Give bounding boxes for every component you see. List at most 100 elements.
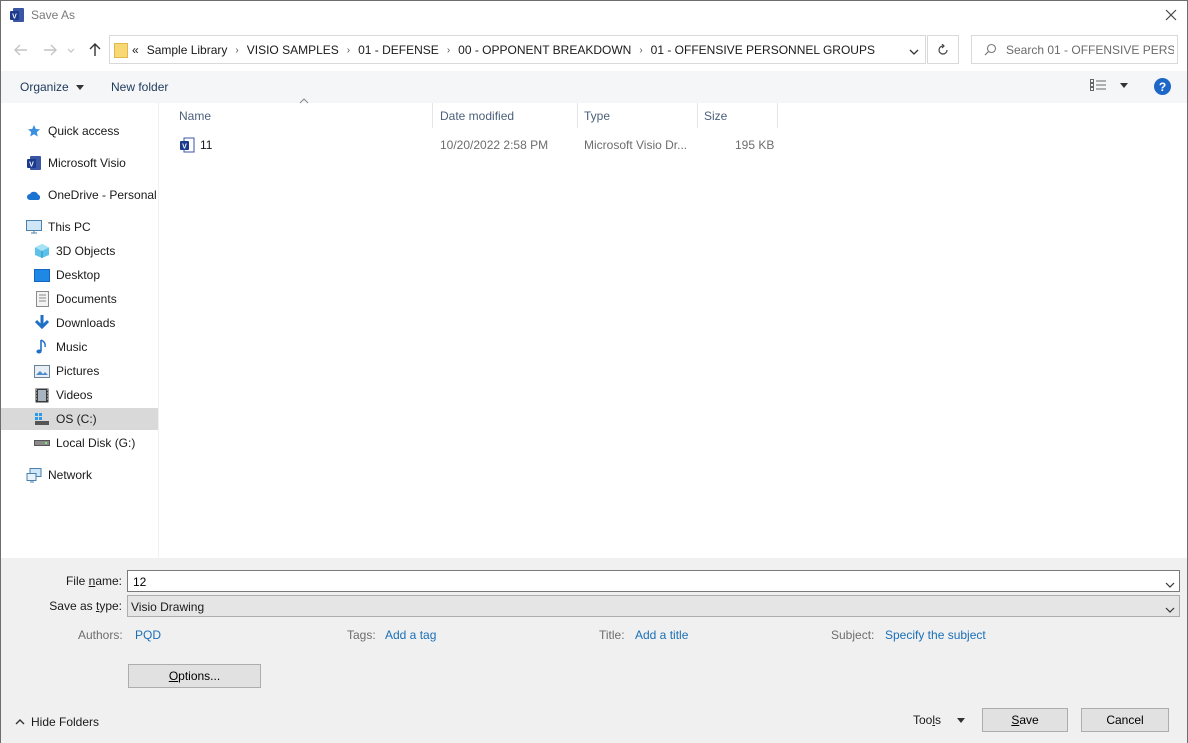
breadcrumb-separator-icon[interactable]: ›	[447, 45, 450, 56]
title-value[interactable]: Add a title	[635, 628, 688, 642]
breadcrumb-visio-samples[interactable]: VISIO SAMPLES	[247, 43, 339, 57]
up-button[interactable]	[85, 40, 105, 60]
new-folder-button[interactable]: New folder	[111, 80, 168, 94]
nav-item-microsoft-visio[interactable]: V Microsoft Visio	[25, 152, 126, 174]
tools-label: Tools	[913, 713, 942, 727]
change-view-button[interactable]	[1090, 79, 1128, 91]
close-button[interactable]	[1159, 3, 1183, 27]
file-name-label: File name:	[65, 574, 122, 588]
recent-locations-button[interactable]	[64, 40, 78, 60]
chevron-down-icon[interactable]	[1165, 577, 1175, 591]
file-size: 195 KB	[735, 138, 775, 152]
breadcrumb-overflow[interactable]: «	[132, 43, 139, 57]
forward-button[interactable]	[40, 40, 60, 60]
save-button[interactable]: Save	[982, 708, 1068, 732]
nav-item-downloads[interactable]: Downloads	[33, 312, 115, 334]
file-type: Microsoft Visio Dr...	[584, 138, 688, 152]
svg-text:V: V	[182, 144, 187, 151]
search-input[interactable]	[1006, 40, 1174, 60]
tags-value[interactable]: Add a tag	[385, 628, 436, 642]
organize-menu[interactable]: Organize	[20, 80, 85, 94]
organize-label: Organize	[20, 80, 69, 94]
window-title: Save As	[31, 8, 76, 22]
breadcrumb-separator-icon[interactable]: ›	[639, 45, 642, 56]
hide-folders-button[interactable]: Hide Folders	[15, 715, 99, 729]
nav-item-desktop[interactable]: Desktop	[33, 264, 100, 286]
nav-label: Desktop	[56, 268, 101, 282]
up-arrow-icon	[89, 43, 101, 56]
breadcrumb-offensive-personnel-groups[interactable]: 01 - OFFENSIVE PERSONNEL GROUPS	[651, 43, 875, 57]
breadcrumb: « Sample Library › VISIO SAMPLES › 01 - …	[132, 43, 875, 57]
nav-item-3d-objects[interactable]: 3D Objects	[33, 240, 115, 262]
star-icon	[25, 123, 43, 139]
nav-item-os-c[interactable]: OS (C:)	[1, 408, 158, 430]
breadcrumb-sample-library[interactable]: Sample Library	[147, 43, 228, 57]
back-button[interactable]	[11, 40, 31, 60]
navigation-pane: Quick access V Microsoft Visio OneDrive …	[1, 103, 159, 558]
back-arrow-icon	[14, 44, 27, 56]
search-box[interactable]	[971, 35, 1178, 64]
nav-label: Downloads	[56, 316, 116, 330]
file-name-combobox[interactable]	[127, 570, 1180, 592]
visio-icon: V	[25, 155, 43, 171]
cancel-button[interactable]: Cancel	[1081, 708, 1169, 732]
column-header-size[interactable]: Size	[698, 103, 778, 128]
nav-label: Microsoft Visio	[48, 156, 126, 170]
navigation-row: « Sample Library › VISIO SAMPLES › 01 - …	[1, 34, 1187, 66]
file-date-modified: 10/20/2022 2:58 PM	[440, 138, 549, 152]
address-dropdown-button[interactable]	[909, 44, 919, 58]
nav-item-pictures[interactable]: Pictures	[33, 360, 99, 382]
file-name: 11	[200, 138, 213, 152]
nav-item-quick-access[interactable]: Quick access	[25, 120, 119, 142]
nav-item-local-disk-g[interactable]: Local Disk (G:)	[33, 432, 135, 454]
pictures-icon	[33, 363, 51, 379]
refresh-button[interactable]	[927, 35, 959, 64]
help-button[interactable]: ?	[1154, 78, 1171, 95]
column-header-name[interactable]: Name	[173, 103, 433, 128]
document-icon	[33, 291, 51, 307]
file-name-input[interactable]	[133, 574, 1132, 590]
visio-app-icon: V	[9, 7, 25, 23]
nav-label: OneDrive - Personal	[48, 188, 157, 202]
save-as-type-select[interactable]: Visio Drawing	[127, 595, 1180, 617]
chevron-up-icon	[15, 719, 25, 725]
nav-label: This PC	[48, 220, 91, 234]
chevron-down-icon	[67, 48, 75, 53]
breadcrumb-separator-icon[interactable]: ›	[235, 45, 238, 56]
authors-label: Authors:	[78, 628, 123, 642]
nav-label: Local Disk (G:)	[56, 436, 136, 450]
authors-value[interactable]: PQD	[135, 628, 161, 642]
folder-icon	[114, 42, 128, 61]
nav-item-network[interactable]: Network	[25, 464, 92, 486]
nav-item-this-pc[interactable]: This PC	[25, 216, 91, 238]
subject-value[interactable]: Specify the subject	[885, 628, 986, 642]
nav-item-videos[interactable]: Videos	[33, 384, 92, 406]
network-icon	[25, 467, 43, 483]
address-bar[interactable]: « Sample Library › VISIO SAMPLES › 01 - …	[109, 35, 926, 64]
nav-item-music[interactable]: Music	[33, 336, 87, 358]
command-toolbar: Organize New folder ?	[1, 71, 1187, 103]
nav-label: Music	[56, 340, 88, 354]
caret-down-icon	[1120, 82, 1128, 88]
save-as-dialog: V Save As « Sample Library › VISIO SAMPL…	[0, 0, 1188, 743]
breadcrumb-separator-icon[interactable]: ›	[347, 45, 350, 56]
nav-label: Pictures	[56, 364, 100, 378]
save-as-type-value: Visio Drawing	[131, 600, 205, 614]
svg-text:V: V	[12, 14, 17, 21]
save-as-type-label: Save as type:	[49, 599, 122, 613]
column-header-type[interactable]: Type	[578, 103, 698, 128]
options-button[interactable]: Options...	[128, 664, 261, 688]
nav-item-onedrive[interactable]: OneDrive - Personal	[25, 184, 157, 206]
nav-item-documents[interactable]: Documents	[33, 288, 117, 310]
nav-label: OS (C:)	[56, 412, 97, 426]
breadcrumb-defense[interactable]: 01 - DEFENSE	[358, 43, 439, 57]
file-row[interactable]: V 11 10/20/2022 2:58 PM Microsoft Visio …	[175, 134, 775, 156]
drive-icon	[33, 435, 51, 451]
column-header-date-modified[interactable]: Date modified	[434, 103, 578, 128]
cloud-icon	[25, 187, 43, 203]
breadcrumb-opponent-breakdown[interactable]: 00 - OPPONENT BREAKDOWN	[458, 43, 631, 57]
subject-label: Subject:	[831, 628, 875, 642]
tools-menu[interactable]: Tools	[913, 713, 966, 727]
close-icon	[1165, 9, 1177, 21]
details-view-icon	[1090, 79, 1106, 91]
